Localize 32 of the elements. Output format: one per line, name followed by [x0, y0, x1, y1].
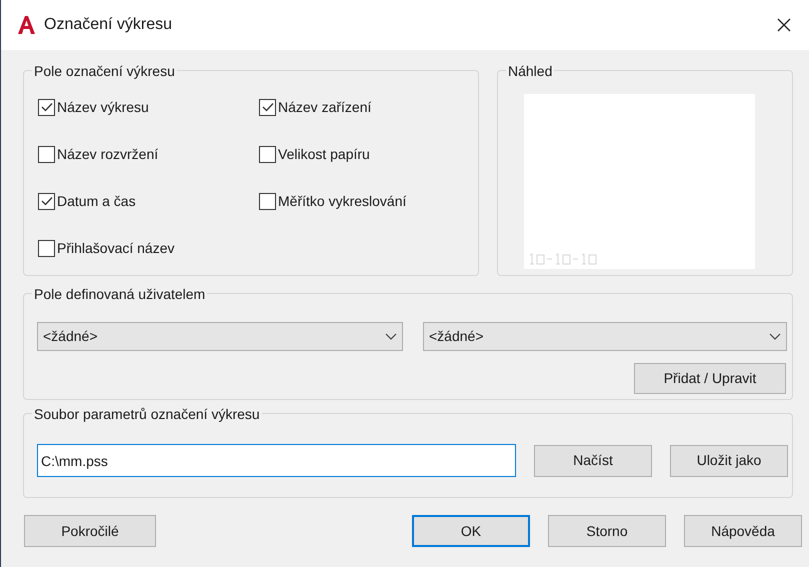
advanced-button[interactable]: Pokročilé — [24, 515, 156, 547]
dropdown[interactable]: <žádné> — [423, 322, 787, 351]
checkbox[interactable] — [38, 240, 55, 256]
checkmark-icon — [40, 196, 52, 206]
help-button[interactable]: Nápověda — [684, 515, 802, 547]
add-edit-button[interactable]: Přidat / Upravit — [634, 363, 786, 394]
checkbox[interactable] — [38, 98, 55, 116]
checkmark-icon — [40, 102, 52, 112]
app-logo-icon — [16, 15, 36, 35]
chevron-down-icon — [385, 333, 397, 340]
checkbox-label[interactable]: Název rozvržení — [57, 144, 158, 164]
dropdown[interactable]: <žádné> — [37, 322, 403, 351]
window-title: Označení výkresu — [44, 15, 172, 35]
checkbox[interactable] — [38, 192, 55, 210]
cancel-button[interactable]: Storno — [548, 515, 666, 547]
ok-button[interactable]: OK — [412, 515, 530, 547]
checkbox-label[interactable]: Název výkresu — [57, 96, 149, 118]
file-path-field[interactable]: C:\mm.pss — [37, 444, 516, 477]
checkbox[interactable] — [259, 98, 276, 116]
checkbox[interactable] — [259, 192, 276, 210]
save-as-button[interactable]: Uložit jako — [670, 444, 788, 476]
checkbox-label[interactable]: Datum a čas — [57, 190, 136, 212]
checkmark-icon — [262, 102, 274, 112]
close-icon — [777, 18, 791, 32]
load-button[interactable]: Načíst — [534, 444, 652, 476]
checkbox-label[interactable]: Měřítko vykreslování — [278, 190, 406, 212]
checkbox-label[interactable]: Název zařízení — [278, 96, 372, 118]
checkbox[interactable] — [38, 146, 55, 162]
checkbox-label[interactable]: Velikost papíru — [278, 144, 370, 164]
checkbox-label[interactable]: Přihlašovací název — [57, 238, 175, 258]
checkbox[interactable] — [259, 146, 276, 162]
chevron-down-icon — [769, 333, 781, 340]
